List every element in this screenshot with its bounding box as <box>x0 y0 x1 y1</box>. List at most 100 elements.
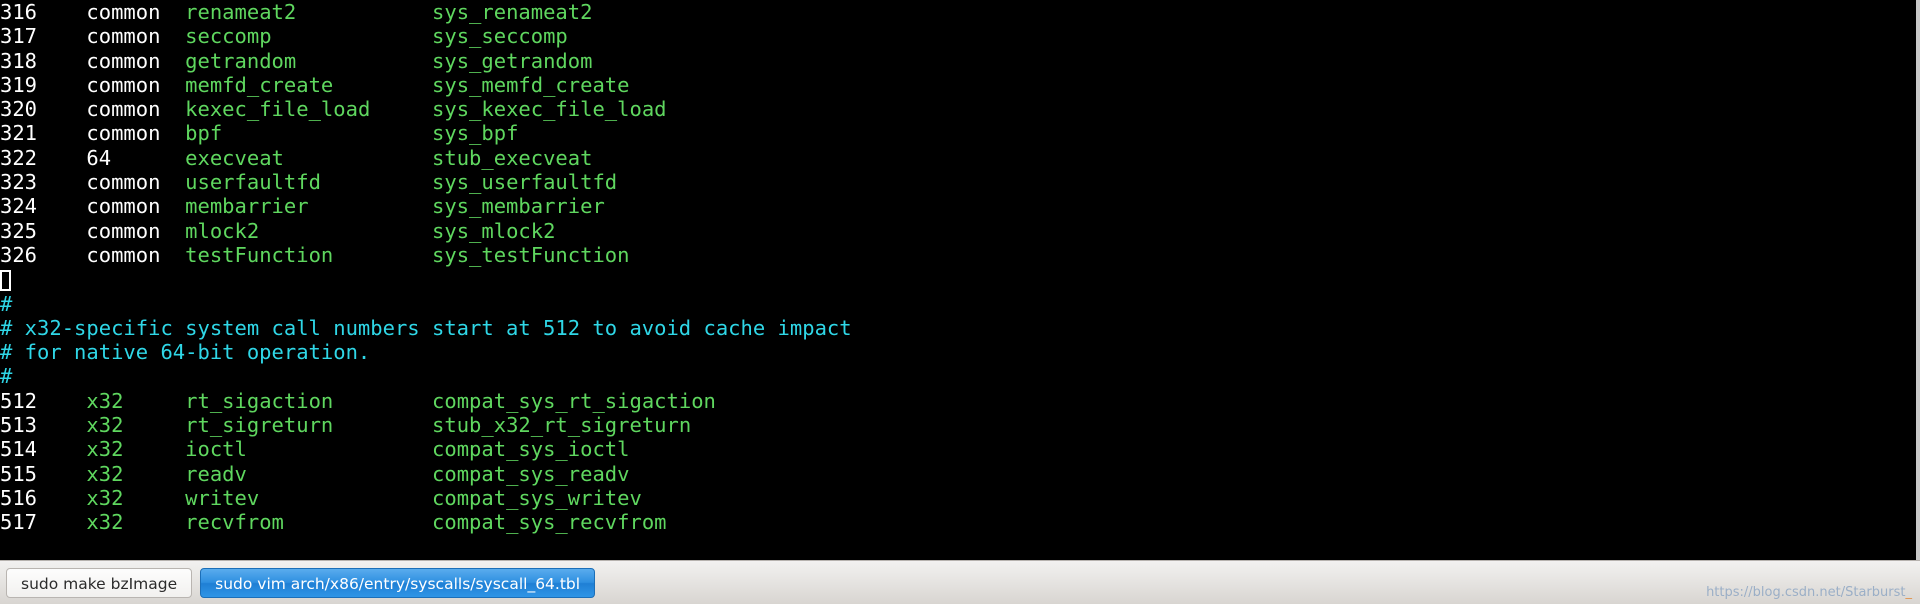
column-gap <box>123 437 185 461</box>
syscall-entry-point: compat_sys_writev <box>432 485 642 510</box>
column-gap <box>37 73 86 97</box>
syscall-name: mlock2 <box>185 218 260 243</box>
column-gap <box>111 146 185 170</box>
column-gap <box>37 413 86 437</box>
watermark: https://blog.csdn.net/Starburst_ <box>1706 585 1912 600</box>
column-gap <box>370 97 432 121</box>
comment-line: # x32-specific system call numbers start… <box>0 315 852 340</box>
syscall-abi: x32 <box>86 510 124 535</box>
column-gap <box>259 219 432 243</box>
syscall-entry-point: compat_sys_rt_sigaction <box>432 388 716 413</box>
syscall-name: writev <box>185 485 260 510</box>
column-gap <box>37 437 86 461</box>
vim-status-line: 336,0-1 92% <box>0 534 1920 560</box>
column-gap <box>123 486 185 510</box>
syscall-abi: common <box>86 121 161 146</box>
syscall-number: 319 <box>0 72 38 97</box>
column-gap <box>37 49 86 73</box>
editor-line: 515 x32 readv compat_sys_readv <box>0 462 1920 486</box>
syscall-name: bpf <box>185 121 223 146</box>
syscall-name: readv <box>185 461 247 486</box>
column-gap <box>123 389 185 413</box>
syscall-abi: 64 <box>86 145 112 170</box>
syscall-number: 513 <box>0 413 38 438</box>
syscall-number: 515 <box>0 461 38 486</box>
syscall-number: 517 <box>0 510 38 535</box>
editor-line: 513 x32 rt_sigreturn stub_x32_rt_sigretu… <box>0 413 1920 437</box>
syscall-abi: x32 <box>86 413 124 438</box>
syscall-number: 321 <box>0 121 38 146</box>
syscall-number: 512 <box>0 388 38 413</box>
syscall-number: 325 <box>0 218 38 243</box>
editor-line: 326 common testFunction sys_testFunction <box>0 243 1920 267</box>
syscall-entry-point: compat_sys_ioctl <box>432 437 630 462</box>
column-gap <box>321 170 432 194</box>
column-gap <box>37 97 86 121</box>
vim-text-buffer[interactable]: 316 common renameat2 sys_renameat2 317 co… <box>0 0 1920 535</box>
syscall-entry-point: sys_testFunction <box>432 242 630 267</box>
editor-line: # for native 64-bit operation. <box>0 340 1920 364</box>
syscall-number: 323 <box>0 170 38 195</box>
syscall-abi: common <box>86 194 161 219</box>
syscall-name: ioctl <box>185 437 247 462</box>
taskbar-button-0[interactable]: sudo make bzImage <box>6 567 193 598</box>
editor-line: 325 common mlock2 sys_mlock2 <box>0 219 1920 243</box>
editor-line: 323 common userfaultfd sys_userfaultfd <box>0 170 1920 194</box>
editor-line: # <box>0 364 1920 388</box>
syscall-abi: common <box>86 24 161 49</box>
column-gap <box>284 510 432 534</box>
column-gap <box>333 243 432 267</box>
syscall-abi: common <box>86 72 161 97</box>
syscall-abi: common <box>86 218 161 243</box>
column-gap <box>37 0 86 24</box>
taskbar[interactable]: sudo make bzImage sudo vim arch/x86/entry… <box>0 560 1920 604</box>
column-gap <box>272 24 432 48</box>
syscall-number: 324 <box>0 194 38 219</box>
syscall-abi: x32 <box>86 388 124 413</box>
syscall-entry-point: sys_getrandom <box>432 48 593 73</box>
syscall-name: testFunction <box>185 242 334 267</box>
syscall-name: rt_sigaction <box>185 388 334 413</box>
syscall-name: getrandom <box>185 48 297 73</box>
column-gap <box>309 194 432 218</box>
column-gap <box>37 389 86 413</box>
editor-line: # <box>0 292 1920 316</box>
editor-line: # x32-specific system call numbers start… <box>0 316 1920 340</box>
taskbar-button-1[interactable]: sudo vim arch/x86/entry/syscalls/syscall… <box>200 567 596 598</box>
column-gap <box>296 49 432 73</box>
watermark-tail: _ <box>1905 585 1913 600</box>
column-gap <box>123 462 185 486</box>
column-gap <box>160 170 185 194</box>
syscall-number: 318 <box>0 48 38 73</box>
syscall-name: recvfrom <box>185 510 284 535</box>
editor-line: 517 x32 recvfrom compat_sys_recvfrom <box>0 510 1920 534</box>
comment-line: # <box>0 364 13 389</box>
comment-line: # <box>0 291 13 316</box>
column-gap <box>284 146 432 170</box>
syscall-entry-point: sys_membarrier <box>432 194 605 219</box>
editor-line: 512 x32 rt_sigaction compat_sys_rt_sigac… <box>0 389 1920 413</box>
column-gap <box>123 413 185 437</box>
column-gap <box>37 486 86 510</box>
syscall-name: membarrier <box>185 194 309 219</box>
column-gap <box>333 389 432 413</box>
syscall-number: 320 <box>0 97 38 122</box>
editor-line: 324 common membarrier sys_membarrier <box>0 194 1920 218</box>
syscall-abi: common <box>86 97 161 122</box>
column-gap <box>160 0 185 24</box>
syscall-abi: x32 <box>86 437 124 462</box>
comment-line: # for native 64-bit operation. <box>0 340 371 365</box>
syscall-number: 317 <box>0 24 38 49</box>
editor-line: 321 common bpf sys_bpf <box>0 121 1920 145</box>
editor-line: 322 64 execveat stub_execveat <box>0 146 1920 170</box>
column-gap <box>160 121 185 145</box>
syscall-name: kexec_file_load <box>185 97 371 122</box>
syscall-abi: common <box>86 170 161 195</box>
syscall-entry-point: sys_seccomp <box>432 24 568 49</box>
column-gap <box>160 73 185 97</box>
syscall-entry-point: sys_memfd_create <box>432 72 630 97</box>
syscall-entry-point: stub_execveat <box>432 145 593 170</box>
syscall-number: 326 <box>0 242 38 267</box>
syscall-abi: x32 <box>86 485 124 510</box>
terminal-window[interactable]: 316 common renameat2 sys_renameat2 317 co… <box>0 0 1920 560</box>
